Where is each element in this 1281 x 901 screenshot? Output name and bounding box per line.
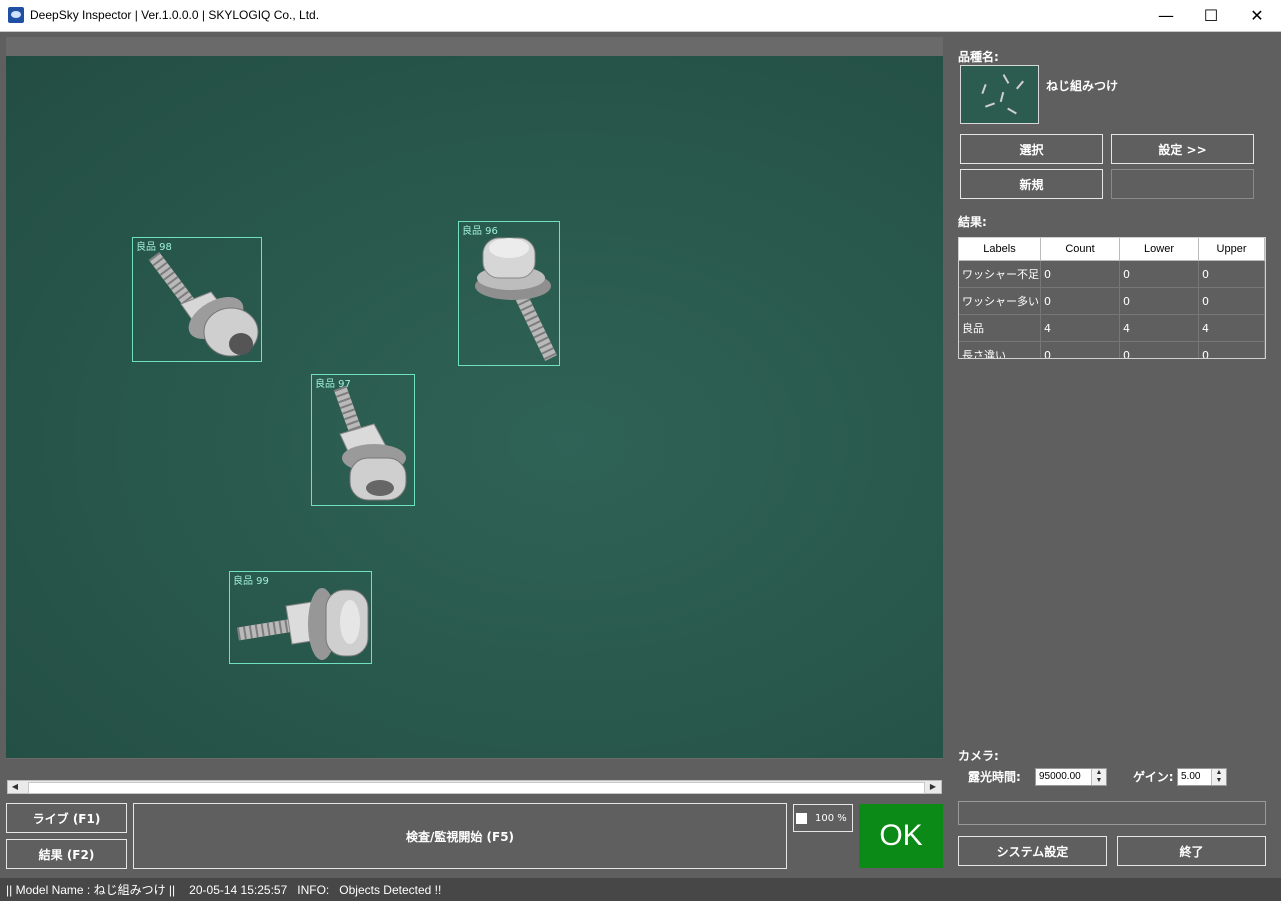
table-cell: 良品 xyxy=(959,314,1041,342)
detection-box: 良品 97 xyxy=(311,374,415,506)
table-row[interactable]: ワッシャー不足 0 0 0 xyxy=(959,260,1265,288)
table-cell: 0 xyxy=(1119,341,1199,358)
scrollbar-thumb[interactable] xyxy=(28,782,925,794)
table-cell: ワッシャー不足 xyxy=(959,260,1041,288)
table-cell: 4 xyxy=(1119,314,1199,342)
result-button[interactable]: 結果 (F2) xyxy=(6,839,127,869)
product-thumbnail xyxy=(960,65,1039,124)
table-cell: 0 xyxy=(1119,287,1199,315)
title-bar: DeepSky Inspector | Ver.1.0.0.0 | SKYLOG… xyxy=(0,0,1281,32)
detection-label: 良品 97 xyxy=(315,379,351,390)
product-label: 品種名: xyxy=(958,50,999,64)
select-button[interactable]: 選択 xyxy=(960,134,1103,164)
column-header[interactable]: Upper xyxy=(1198,238,1265,261)
system-settings-button[interactable]: システム設定 xyxy=(958,836,1107,866)
column-header[interactable]: Lower xyxy=(1119,238,1199,261)
detection-box: 良品 98 xyxy=(132,237,262,362)
exit-button[interactable]: 終了 xyxy=(1117,836,1266,866)
detection-label: 良品 99 xyxy=(233,576,269,587)
window-title: DeepSky Inspector | Ver.1.0.0.0 | SKYLOG… xyxy=(30,8,320,22)
gain-value: 5.00 xyxy=(1181,771,1201,782)
exposure-value: 95000.00 xyxy=(1039,771,1081,782)
column-header[interactable]: Count xyxy=(1040,238,1120,261)
camera-image[interactable]: 良品 98 良品 96 良品 97 良品 99 xyxy=(6,56,943,758)
table-cell: 0 xyxy=(1198,287,1265,315)
spinner-arrows-icon[interactable]: ▲ ▼ xyxy=(1211,769,1226,785)
table-cell: 長さ違い xyxy=(959,341,1041,358)
exposure-label: 露光時間: xyxy=(968,770,1021,784)
app-logo-icon xyxy=(8,7,24,23)
table-cell: 0 xyxy=(1040,260,1120,288)
detection-label: 良品 98 xyxy=(136,242,172,253)
minimize-button[interactable]: — xyxy=(1143,0,1189,31)
detection-label: 良品 96 xyxy=(462,226,498,237)
zoom-level: 100 % xyxy=(815,812,847,824)
table-cell: 0 xyxy=(1040,341,1120,358)
disabled-button xyxy=(1111,169,1254,199)
scroll-right-icon[interactable]: ▶ xyxy=(927,782,939,792)
gain-spinner[interactable]: 5.00 ▲ ▼ xyxy=(1177,768,1227,786)
live-button[interactable]: ライブ (F1) xyxy=(6,803,127,833)
spinner-arrows-icon[interactable]: ▲ ▼ xyxy=(1091,769,1106,785)
table-cell: 4 xyxy=(1040,314,1120,342)
zoom-toggle[interactable]: 100 % xyxy=(793,804,853,832)
new-button[interactable]: 新規 xyxy=(960,169,1103,199)
table-cell: 0 xyxy=(1040,287,1120,315)
column-header[interactable]: Labels xyxy=(959,238,1041,261)
scroll-left-icon[interactable]: ◀ xyxy=(9,782,21,792)
close-button[interactable]: ✕ xyxy=(1234,0,1280,31)
progress-bar xyxy=(958,801,1266,825)
table-row[interactable]: 長さ違い 0 0 0 xyxy=(959,341,1265,358)
table-cell: 0 xyxy=(1119,260,1199,288)
maximize-button[interactable]: ☐ xyxy=(1188,0,1234,31)
table-cell: 0 xyxy=(1198,260,1265,288)
zoom-checkbox[interactable] xyxy=(796,812,807,824)
camera-label: カメラ: xyxy=(958,749,999,763)
status-timestamp: 20-05-14 15:25:57 xyxy=(189,882,288,897)
status-bar: || Model Name : ねじ組みつけ || 20-05-14 15:25… xyxy=(0,878,1281,901)
table-cell: 0 xyxy=(1198,341,1265,358)
status-model: || Model Name : ねじ組みつけ || xyxy=(6,883,176,897)
results-table: Labels Count Lower Upper ワッシャー不足 0 0 0 ワ… xyxy=(958,237,1266,359)
results-label: 結果: xyxy=(958,215,987,229)
table-row[interactable]: 良品 4 4 4 xyxy=(959,314,1265,342)
inspect-start-button[interactable]: 検査/監視開始 (F5) xyxy=(133,803,787,869)
product-name: ねじ組みつけ xyxy=(1046,79,1119,93)
gain-label: ゲイン: xyxy=(1133,770,1174,784)
detection-box: 良品 99 xyxy=(229,571,372,664)
table-row[interactable]: ワッシャー多い 0 0 0 xyxy=(959,287,1265,315)
detection-box: 良品 96 xyxy=(458,221,560,366)
horizontal-scrollbar[interactable]: ◀ ▶ xyxy=(7,780,942,794)
result-ok-indicator: OK xyxy=(859,804,943,868)
exposure-spinner[interactable]: 95000.00 ▲ ▼ xyxy=(1035,768,1107,786)
settings-button[interactable]: 設定 >> xyxy=(1111,134,1254,164)
table-cell: ワッシャー多い xyxy=(959,287,1041,315)
status-info: INFO: Objects Detected !! xyxy=(297,882,442,897)
table-cell: 4 xyxy=(1198,314,1265,342)
